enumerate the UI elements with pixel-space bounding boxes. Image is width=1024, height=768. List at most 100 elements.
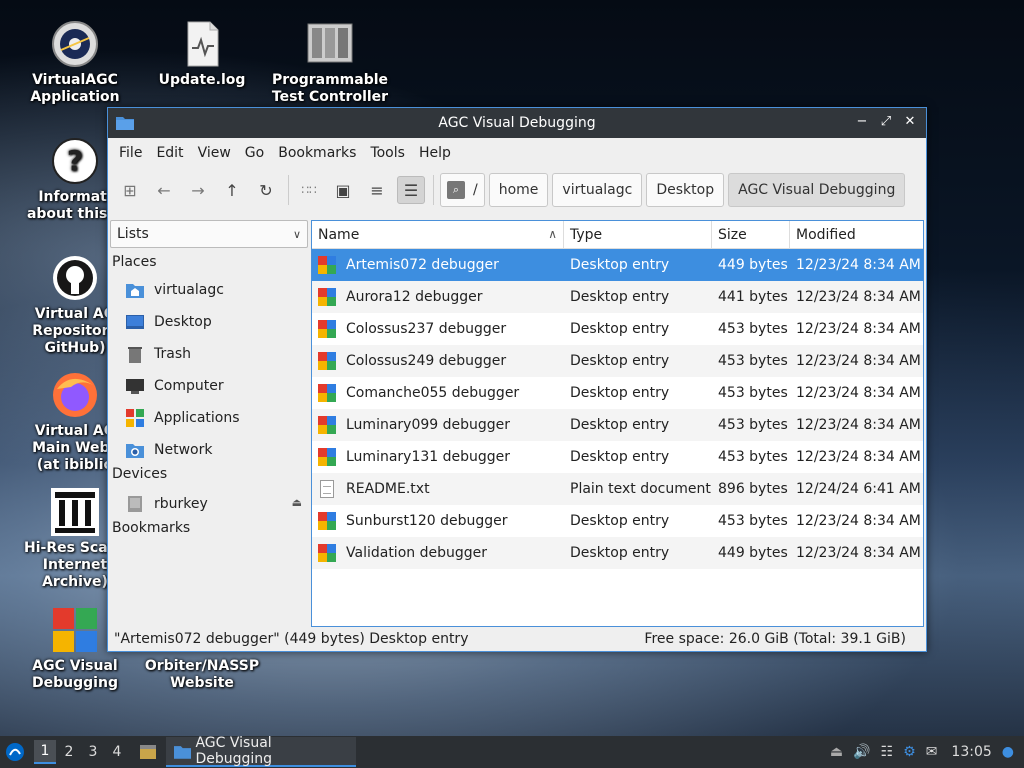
desktop-entry-icon bbox=[318, 512, 336, 530]
new-tab-button[interactable]: ⊞ bbox=[116, 176, 144, 204]
lubuntu-menu-icon[interactable]: ● bbox=[1002, 744, 1014, 760]
side-pane-mode-value: Lists bbox=[117, 226, 149, 242]
start-menu-button[interactable] bbox=[0, 736, 30, 768]
menu-bookmarks[interactable]: Bookmarks bbox=[271, 145, 363, 161]
close-icon[interactable]: ✕ bbox=[902, 114, 918, 130]
workspace-2[interactable]: 2 bbox=[58, 740, 80, 764]
sidebar-item-trash[interactable]: Trash bbox=[110, 338, 310, 370]
taskbar-window-agc-visual-debugging[interactable]: AGC Visual Debugging bbox=[166, 735, 356, 767]
file-modified: 12/23/24 8:34 AM bbox=[796, 257, 921, 273]
update-notifier-icon[interactable]: ⚙ bbox=[903, 744, 916, 760]
detailed-list-icon: ☰ bbox=[403, 180, 419, 200]
desktop-icon-test-controller[interactable]: Programmable Test Controller bbox=[270, 20, 390, 106]
breadcrumb-virtualagc[interactable]: virtualagc bbox=[552, 173, 643, 207]
file-modified: 12/23/24 8:34 AM bbox=[796, 385, 921, 401]
table-row[interactable]: Luminary131 debugger Desktop entry 453 byt… bbox=[312, 441, 923, 473]
sidebar-item-network[interactable]: Network bbox=[110, 434, 310, 466]
sidebar-item-computer[interactable]: Computer bbox=[110, 370, 310, 402]
firefox-icon bbox=[51, 371, 99, 419]
sidebar-item-device-rburkey[interactable]: rburkey ⏏ bbox=[110, 488, 310, 520]
detailed-list-view-button[interactable]: ☰ bbox=[397, 176, 425, 204]
table-row[interactable]: Luminary099 debugger Desktop entry 453 byt… bbox=[312, 409, 923, 441]
file-name-cell: Comanche055 debugger bbox=[312, 384, 564, 402]
window-titlebar[interactable]: AGC Visual Debugging − ⤢ ✕ bbox=[108, 108, 926, 138]
breadcrumb-desktop[interactable]: Desktop bbox=[646, 173, 725, 207]
file-list-header: Name ∧ Type Size Modified bbox=[312, 221, 923, 249]
column-header-modified[interactable]: Modified bbox=[790, 221, 923, 248]
toolbar: ⊞ ← → ↑ ↻ ∷∷ ▣ ≡ ☰ ⌕ / home virtualagc D… bbox=[108, 168, 926, 212]
file-modified: 12/24/24 6:41 AM bbox=[796, 481, 921, 497]
breadcrumb-agc-visual-debugging[interactable]: AGC Visual Debugging bbox=[728, 173, 906, 207]
volume-icon[interactable]: 🔊 bbox=[853, 744, 870, 760]
show-desktop-button[interactable] bbox=[136, 740, 160, 764]
table-row[interactable]: Validation debugger Desktop entry 449 byte… bbox=[312, 537, 923, 569]
desktop-entry-icon bbox=[318, 544, 336, 562]
desktop-icon-label: VirtualAGC Application bbox=[30, 72, 120, 105]
sidebar-item-applications[interactable]: Applications bbox=[110, 402, 310, 434]
forward-button[interactable]: → bbox=[184, 176, 212, 204]
thumbnail-view-button[interactable]: ▣ bbox=[329, 176, 357, 204]
maximize-icon[interactable]: ⤢ bbox=[878, 114, 894, 130]
file-name: Validation debugger bbox=[346, 545, 487, 561]
sidebar-item-desktop[interactable]: Desktop bbox=[110, 306, 310, 338]
bookmarks-header: Bookmarks bbox=[112, 520, 191, 536]
file-type: Desktop entry bbox=[570, 513, 670, 529]
menu-help[interactable]: Help bbox=[412, 145, 458, 161]
menu-tools[interactable]: Tools bbox=[363, 145, 412, 161]
file-name-cell: Colossus237 debugger bbox=[312, 320, 564, 338]
sort-ascending-icon: ∧ bbox=[548, 227, 557, 241]
network-tray-icon[interactable]: ☷ bbox=[881, 744, 894, 760]
column-header-size[interactable]: Size bbox=[712, 221, 790, 248]
compact-view-button[interactable]: ≡ bbox=[363, 176, 391, 204]
github-icon bbox=[51, 254, 99, 302]
workspace-3[interactable]: 3 bbox=[82, 740, 104, 764]
breadcrumb-root[interactable]: ⌕ / bbox=[440, 173, 485, 207]
table-row[interactable]: Colossus249 debugger Desktop entry 453 byt… bbox=[312, 345, 923, 377]
file-name: Comanche055 debugger bbox=[346, 385, 520, 401]
minimize-icon[interactable]: − bbox=[854, 114, 870, 130]
sidebar-item-virtualagc[interactable]: virtualagc bbox=[110, 274, 310, 306]
file-size: 453 bytes bbox=[718, 449, 788, 465]
file-name: README.txt bbox=[346, 481, 430, 497]
network-icon bbox=[126, 444, 144, 458]
menu-edit[interactable]: Edit bbox=[149, 145, 190, 161]
file-name-cell: Validation debugger bbox=[312, 544, 564, 562]
devices-header: Devices bbox=[112, 466, 168, 482]
workspace-1[interactable]: 1 bbox=[34, 740, 56, 764]
back-button[interactable]: ← bbox=[150, 176, 178, 204]
menu-view[interactable]: View bbox=[191, 145, 238, 161]
table-row[interactable]: Artemis072 debugger Desktop entry 449 byte… bbox=[312, 249, 923, 281]
menu-go[interactable]: Go bbox=[238, 145, 271, 161]
desktop-entry-icon bbox=[318, 320, 336, 338]
file-list: Name ∧ Type Size Modified Artemis072 deb… bbox=[311, 220, 924, 627]
icon-view-button[interactable]: ∷∷ bbox=[295, 176, 323, 204]
column-header-type[interactable]: Type bbox=[564, 221, 712, 248]
column-header-name[interactable]: Name ∧ bbox=[312, 221, 564, 248]
menu-file[interactable]: File bbox=[112, 145, 149, 161]
side-pane-mode-select[interactable]: Lists ∨ bbox=[110, 220, 308, 248]
table-row[interactable]: Colossus237 debugger Desktop entry 453 byt… bbox=[312, 313, 923, 345]
clock[interactable]: 13:05 bbox=[951, 744, 991, 760]
sidebar-item-label: Trash bbox=[154, 346, 191, 362]
table-row[interactable]: README.txt Plain text document 896 bytes 12… bbox=[312, 473, 923, 505]
eject-tray-icon[interactable]: ⏏ bbox=[830, 744, 843, 760]
desktop-icon-virtualagc[interactable]: VirtualAGC Application bbox=[15, 20, 135, 106]
reload-button[interactable]: ↻ bbox=[252, 176, 280, 204]
desktop-entry-icon bbox=[318, 256, 336, 274]
desktop-icon-update-log[interactable]: Update.log bbox=[142, 20, 262, 89]
log-file-icon bbox=[178, 20, 226, 68]
workspace-4[interactable]: 4 bbox=[106, 740, 128, 764]
table-row[interactable]: Aurora12 debugger Desktop entry 441 bytes 1… bbox=[312, 281, 923, 313]
notification-icon[interactable]: ✉ bbox=[926, 744, 938, 760]
table-row[interactable]: Comanche055 debugger Desktop entry 453 byt… bbox=[312, 377, 923, 409]
file-name-cell: README.txt bbox=[312, 480, 564, 498]
svg-text:?: ? bbox=[67, 144, 83, 177]
folder-icon bbox=[174, 745, 192, 759]
desktop-icon-label: Update.log bbox=[158, 72, 246, 88]
up-button[interactable]: ↑ bbox=[218, 176, 246, 204]
file-name-cell: Luminary131 debugger bbox=[312, 448, 564, 466]
breadcrumb-home[interactable]: home bbox=[488, 173, 549, 207]
desktop-icon-label: Programmable Test Controller bbox=[271, 72, 389, 105]
table-row[interactable]: Sunburst120 debugger Desktop entry 453 byt… bbox=[312, 505, 923, 537]
eject-icon[interactable]: ⏏ bbox=[292, 496, 302, 509]
